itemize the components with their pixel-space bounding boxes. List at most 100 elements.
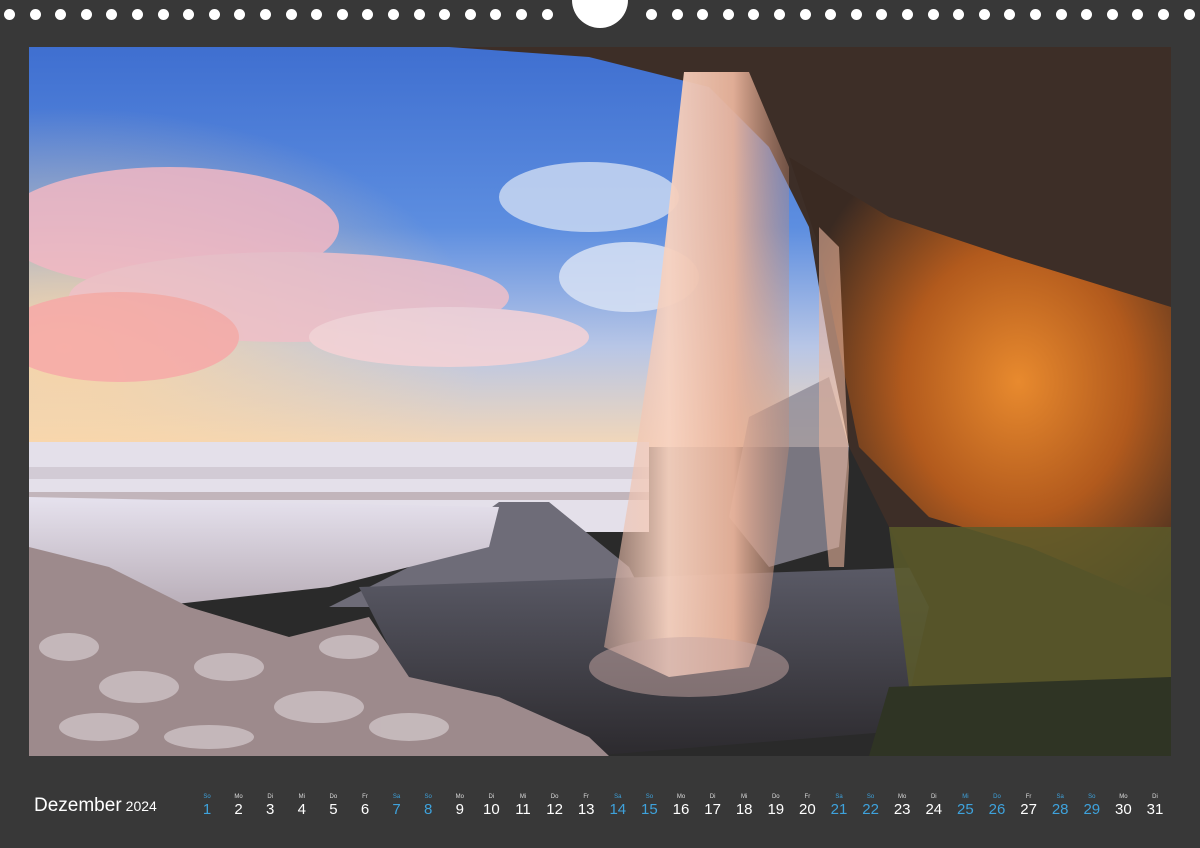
weekday-label: Do <box>329 794 338 800</box>
binding-hole <box>1183 9 1195 20</box>
month-label: Dezember 2024 <box>34 795 157 817</box>
day-number: 20 <box>799 801 816 818</box>
day-number: 26 <box>988 801 1006 818</box>
weekday-label: Mi <box>519 794 527 800</box>
binding-hole <box>80 9 92 20</box>
weekday-label: Di <box>267 794 274 800</box>
weekday-label: Do <box>771 794 780 800</box>
day-number: 2 <box>234 801 243 818</box>
binding-hole <box>388 9 399 20</box>
day-cell: Fr 6 <box>350 793 380 819</box>
binding-hole <box>439 9 451 20</box>
day-cell: Sa 7 <box>382 793 412 819</box>
weekday-label: Mo <box>234 794 243 800</box>
weekday-label: Di <box>709 794 716 800</box>
day-number: 9 <box>455 801 464 818</box>
day-cell: Mi 18 <box>729 793 759 819</box>
day-number: 13 <box>577 801 595 818</box>
day-cell: Di 17 <box>698 793 728 819</box>
weekday-label: So <box>1088 794 1096 800</box>
binding-hole <box>464 9 476 20</box>
day-number: 17 <box>704 801 721 818</box>
weekday-label: Mi <box>298 794 305 800</box>
binding-hole <box>799 9 811 20</box>
day-number: 11 <box>515 801 531 818</box>
day-number: 18 <box>735 801 753 818</box>
day-cell: Do 19 <box>761 793 791 819</box>
binding-hole <box>722 9 734 20</box>
day-number: 16 <box>672 801 690 818</box>
day-cell: Mo 2 <box>224 793 254 819</box>
day-number: 4 <box>297 801 306 818</box>
binding-hole <box>311 9 323 20</box>
weekday-label: Mo <box>1119 794 1128 800</box>
day-cell: So 8 <box>413 793 443 819</box>
day-cell: Do 5 <box>318 793 348 819</box>
binding-hole <box>774 9 785 20</box>
binding-hole <box>336 9 348 20</box>
binding-hole <box>697 9 709 20</box>
day-cell: So 29 <box>1077 793 1107 819</box>
binding-hole <box>825 9 837 20</box>
binding-hole <box>1132 9 1144 20</box>
weekday-label: Mo <box>676 794 686 800</box>
weekday-label: Mi <box>741 794 748 800</box>
day-cell: Sa 21 <box>824 793 854 819</box>
day-number: 12 <box>546 801 563 818</box>
binding-hole <box>1106 9 1118 20</box>
day-cell: Di 24 <box>919 793 949 819</box>
binding-hole <box>362 9 374 20</box>
weekday-label: So <box>203 794 211 800</box>
binding-hole <box>748 9 760 20</box>
weekday-label: Mo <box>455 794 464 800</box>
binding-hole <box>1081 9 1093 20</box>
weekday-label: Do <box>550 794 559 800</box>
day-number: 25 <box>957 801 974 818</box>
day-cell: So 22 <box>856 793 886 819</box>
weekday-label: Sa <box>392 794 401 800</box>
weekday-label: Sa <box>614 794 622 800</box>
day-number: 22 <box>862 801 879 818</box>
binding-hole <box>413 9 425 20</box>
binding-hole <box>106 9 118 20</box>
weekday-label: Di <box>930 794 937 800</box>
weekday-label: Di <box>1152 794 1158 800</box>
day-cell: So 15 <box>634 793 664 819</box>
day-cell: Sa 28 <box>1045 793 1075 819</box>
day-number: 10 <box>483 801 500 818</box>
binding-hole <box>260 9 271 20</box>
day-number: 29 <box>1083 801 1101 818</box>
day-number: 14 <box>609 801 627 818</box>
weekday-label: So <box>866 794 875 800</box>
binding-hole <box>490 9 502 20</box>
binding-hole <box>29 9 41 20</box>
day-number: 28 <box>1051 801 1069 818</box>
day-cell: Di 31 <box>1140 793 1170 819</box>
day-number: 27 <box>1020 801 1037 818</box>
binding-hole <box>850 9 862 20</box>
day-cell: Mi 25 <box>950 793 980 819</box>
binding-hole <box>285 9 297 20</box>
binding-hole <box>516 9 527 20</box>
day-cell: Sa 14 <box>603 793 633 819</box>
binding-hole <box>4 9 15 20</box>
binding-hole <box>55 9 67 20</box>
day-number: 30 <box>1115 801 1132 818</box>
weekday-label: Fr <box>804 794 811 800</box>
weekday-label: Fr <box>362 794 368 800</box>
binding-hole <box>132 9 143 20</box>
day-number: 31 <box>1146 801 1164 818</box>
binding-hole <box>541 9 553 20</box>
day-cell: Di 3 <box>255 793 285 819</box>
day-cell: So 1 <box>192 793 222 819</box>
binding-hole <box>978 9 990 20</box>
weekday-label: Mo <box>898 794 907 800</box>
day-cell: Mo 16 <box>666 793 696 819</box>
binding-hole <box>671 9 683 20</box>
day-number: 15 <box>641 801 658 818</box>
day-number: 3 <box>266 801 275 818</box>
day-cell: Mi 4 <box>287 793 317 819</box>
month-name: Dezember <box>34 795 122 816</box>
weekday-label: So <box>645 794 654 800</box>
day-number: 8 <box>424 801 433 818</box>
